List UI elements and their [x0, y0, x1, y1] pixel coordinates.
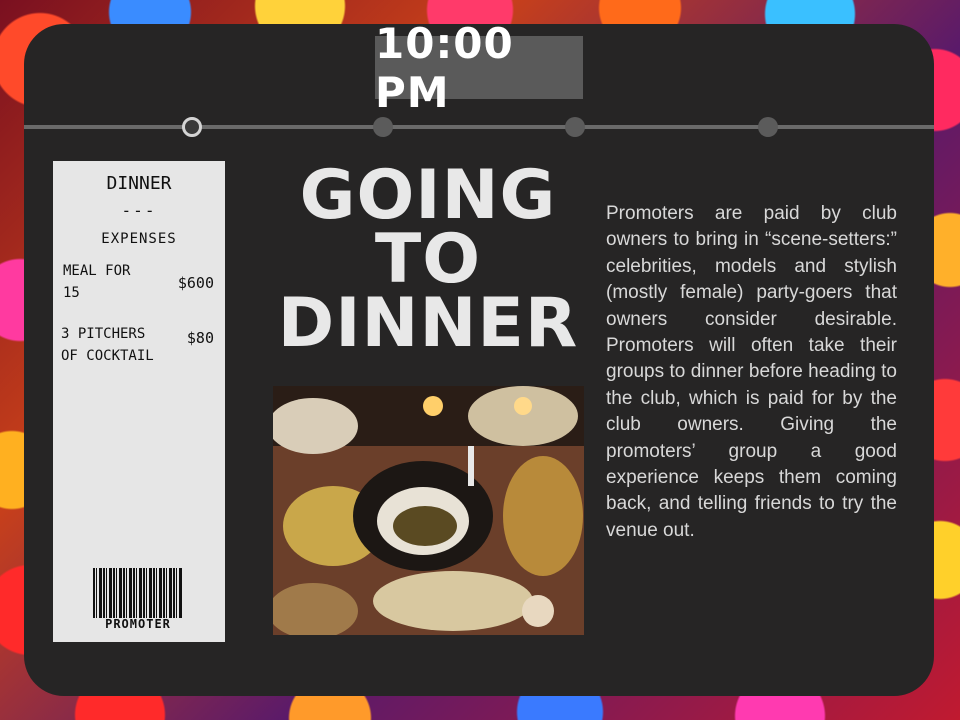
- timeline-stop-4[interactable]: [758, 117, 778, 137]
- expense-receipt: DINNER --- EXPENSES MEAL FOR 15 $600 3 P…: [53, 161, 225, 642]
- receipt-title: DINNER: [106, 173, 172, 194]
- time-badge: 10:00 PM: [375, 24, 583, 117]
- headline-line: TO: [374, 220, 482, 299]
- timeline-stop-2[interactable]: [373, 117, 393, 137]
- dinner-table-image: [273, 386, 584, 635]
- receipt-item-label: MEAL FOR 15: [63, 260, 130, 304]
- receipt-item-line: MEAL FOR: [63, 263, 131, 279]
- receipt-item-line: OF COCKTAIL: [61, 348, 154, 364]
- receipt-item-line: 3 PITCHERS: [61, 326, 146, 342]
- receipt-item-price: $600: [177, 274, 214, 292]
- headline-line: DINNER: [277, 284, 579, 363]
- barcode-label: PROMOTER: [105, 617, 171, 631]
- story-body: Promoters are paid by club owners to bri…: [606, 203, 897, 541]
- barcode-icon: [93, 568, 183, 618]
- receipt-item-line: 15: [63, 285, 80, 301]
- timeline-stop-1[interactable]: [182, 117, 202, 137]
- headline-line: GOING: [299, 156, 557, 235]
- receipt-subtitle: EXPENSES: [101, 231, 177, 247]
- receipt-separator: ---: [121, 201, 157, 220]
- page-title: GOING TO DINNER: [268, 156, 588, 363]
- story-panel: 10:00 PM DINNER --- EXPENSES MEAL FOR 15…: [24, 24, 934, 696]
- receipt-item-label: 3 PITCHERS OF COCKTAIL: [61, 323, 154, 367]
- dinner-photo: [273, 386, 584, 635]
- receipt-item-price: $80: [186, 329, 214, 347]
- time-label: 10:00 PM: [375, 24, 514, 117]
- timeline-stop-3[interactable]: [565, 117, 585, 137]
- timeline-track: [24, 125, 934, 129]
